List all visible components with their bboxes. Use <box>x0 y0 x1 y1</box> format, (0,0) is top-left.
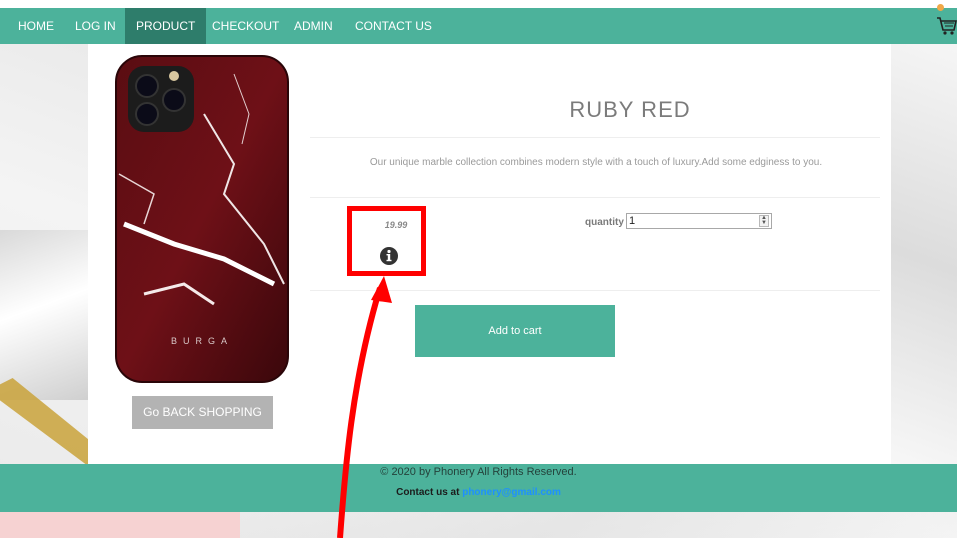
footer-copyright: © 2020 by Phonery All Rights Reserved. <box>380 466 577 478</box>
quantity-label: quantity <box>585 217 624 228</box>
nav-log-in[interactable]: LOG IN <box>65 8 126 44</box>
divider <box>310 197 880 198</box>
footer-contact: Contact us at phonery@gmail.com <box>0 487 957 498</box>
divider <box>310 290 880 291</box>
product-description: Our unique marble collection combines mo… <box>369 157 823 168</box>
product-title: RUBY RED <box>569 97 691 122</box>
pink-bottom-decoration <box>0 510 240 538</box>
footer-email-link[interactable]: phonery@gmail.com <box>462 487 561 498</box>
divider <box>310 137 880 138</box>
nav-admin[interactable]: ADMIN <box>284 8 343 44</box>
quantity-value: 1 <box>629 215 636 227</box>
cart-badge-dot <box>937 4 944 11</box>
product-phone-image: BURGA <box>115 55 289 383</box>
shopping-cart-icon[interactable] <box>935 8 957 44</box>
go-back-shopping-button[interactable]: Go BACK SHOPPING <box>132 396 273 429</box>
footer-contact-prefix: Contact us at <box>396 487 463 498</box>
spinner-arrows-icon[interactable]: ▲ ▼ <box>759 215 769 227</box>
marble-right-decoration <box>890 50 957 470</box>
nav-product[interactable]: PRODUCT <box>125 8 207 44</box>
nav-home[interactable]: HOME <box>8 8 64 44</box>
nav-contact-us[interactable]: CONTACT US <box>345 8 442 44</box>
add-to-cart-button[interactable]: Add to cart <box>415 305 615 357</box>
marble-left-decoration <box>0 230 90 400</box>
quantity-stepper[interactable]: 1 ▲ ▼ <box>626 213 772 229</box>
nav-checkout[interactable]: CHECKOUT <box>202 8 289 44</box>
site-footer: © 2020 by Phonery All Rights Reserved. C… <box>0 464 957 512</box>
top-navbar: HOME LOG IN PRODUCT CHECKOUT ADMIN CONTA… <box>0 8 957 44</box>
phone-brand-text: BURGA <box>171 336 233 346</box>
annotation-highlight-box <box>347 206 426 276</box>
